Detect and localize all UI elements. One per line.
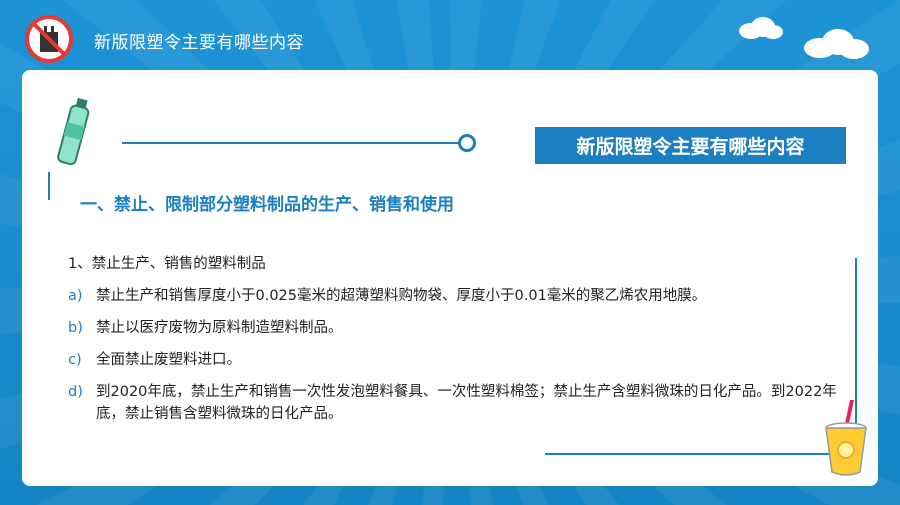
list-item: c) 全面禁止废塑料进口。 xyxy=(68,349,838,371)
list-text: 禁止以医疗废物为原料制造塑料制品。 xyxy=(96,320,343,336)
list-text: 全面禁止废塑料进口。 xyxy=(96,352,241,368)
list-marker: a) xyxy=(68,288,83,304)
content-list: 1、禁止生产、销售的塑料制品 a) 禁止生产和销售厚度小于0.025毫米的超薄塑… xyxy=(68,252,838,435)
section-heading: 一、禁止、限制部分塑料制品的生产、销售和使用 xyxy=(80,195,454,215)
subhead: 1、禁止生产、销售的塑料制品 xyxy=(68,256,266,272)
cloud-icon xyxy=(739,17,783,39)
decor-line xyxy=(545,453,855,455)
list-item: d) 到2020年底，禁止生产和销售一次性发泡塑料餐具、一次性塑料棉签；禁止生产… xyxy=(68,381,838,425)
list-item: a) 禁止生产和销售厚度小于0.025毫米的超薄塑料购物袋、厚度小于0.01毫米… xyxy=(68,285,838,307)
cloud-icon xyxy=(804,29,869,59)
list-marker: c) xyxy=(68,352,82,368)
decor-circle xyxy=(458,134,476,152)
list-item: b) 禁止以医疗废物为原料制造塑料制品。 xyxy=(68,317,838,339)
juice-cup-icon xyxy=(825,400,867,476)
no-plastic-bag-icon xyxy=(25,15,73,63)
decor-vline xyxy=(48,172,50,200)
panel-title: 新版限塑令主要有哪些内容 xyxy=(535,127,846,164)
water-bottle-icon xyxy=(57,97,90,166)
list-text: 到2020年底，禁止生产和销售一次性发泡塑料餐具、一次性塑料棉签；禁止生产含塑料… xyxy=(96,384,837,422)
list-marker: b) xyxy=(68,320,83,336)
decor-line xyxy=(122,142,462,144)
header-title: 新版限塑令主要有哪些内容 xyxy=(94,33,304,53)
list-text: 禁止生产和销售厚度小于0.025毫米的超薄塑料购物袋、厚度小于0.01毫米的聚乙… xyxy=(96,288,707,304)
list-marker: d) xyxy=(68,384,83,400)
